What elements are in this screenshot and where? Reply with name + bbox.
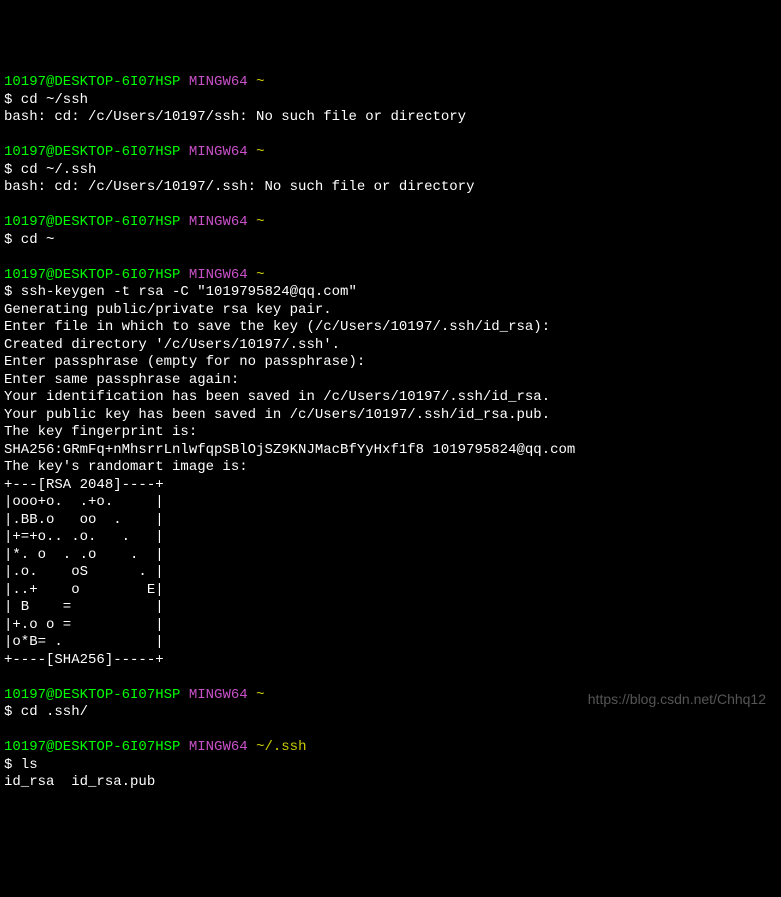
prompt-path: ~/.ssh [256, 739, 306, 755]
output-line: +----[SHA256]-----+ [4, 652, 777, 670]
output-line: bash: cd: /c/Users/10197/.ssh: No such f… [4, 179, 777, 197]
output-line: |ooo+o. .+o. | [4, 494, 777, 512]
command-line: $ cd ~/.ssh [4, 162, 777, 180]
prompt-path: ~ [256, 74, 264, 90]
output-line: Your identification has been saved in /c… [4, 389, 777, 407]
prompt-path: ~ [256, 267, 264, 283]
command-line: $ ssh-keygen -t rsa -C "1019795824@qq.co… [4, 284, 777, 302]
prompt-path: ~ [256, 214, 264, 230]
output-line [4, 722, 777, 740]
output-line: +---[RSA 2048]----+ [4, 477, 777, 495]
output-line: SHA256:GRmFq+nMhsrrLnlwfqpSBlOjSZ9KNJMac… [4, 442, 777, 460]
output-line: id_rsa id_rsa.pub [4, 774, 777, 792]
output-line: The key's randomart image is: [4, 459, 777, 477]
output-line: bash: cd: /c/Users/10197/ssh: No such fi… [4, 109, 777, 127]
prompt-line: 10197@DESKTOP-6I07HSP MINGW64 ~ [4, 214, 777, 232]
output-line: | B = | [4, 599, 777, 617]
output-line: Created directory '/c/Users/10197/.ssh'. [4, 337, 777, 355]
terminal-output[interactable]: 10197@DESKTOP-6I07HSP MINGW64 ~$ cd ~/ss… [4, 74, 777, 792]
output-line: Generating public/private rsa key pair. [4, 302, 777, 320]
output-line: |+.o o = | [4, 617, 777, 635]
prompt-path: ~ [256, 144, 264, 160]
output-line [4, 197, 777, 215]
prompt-user: 10197@DESKTOP-6I07HSP [4, 739, 180, 755]
output-line: |.BB.o oo . | [4, 512, 777, 530]
prompt-user: 10197@DESKTOP-6I07HSP [4, 214, 180, 230]
prompt-user: 10197@DESKTOP-6I07HSP [4, 74, 180, 90]
output-line: Enter passphrase (empty for no passphras… [4, 354, 777, 372]
output-line [4, 669, 777, 687]
output-line [4, 249, 777, 267]
prompt-line: 10197@DESKTOP-6I07HSP MINGW64 ~ [4, 144, 777, 162]
output-line: The key fingerprint is: [4, 424, 777, 442]
prompt-env: MINGW64 [189, 687, 248, 703]
prompt-line: 10197@DESKTOP-6I07HSP MINGW64 ~ [4, 267, 777, 285]
output-line: |.o. oS . | [4, 564, 777, 582]
output-line [4, 127, 777, 145]
prompt-env: MINGW64 [189, 144, 248, 160]
command-line: $ cd ~ [4, 232, 777, 250]
output-line: |+=+o.. .o. . | [4, 529, 777, 547]
watermark-text: https://blog.csdn.net/Chhq12 [588, 691, 766, 709]
output-line: |*. o . .o . | [4, 547, 777, 565]
prompt-line: 10197@DESKTOP-6I07HSP MINGW64 ~ [4, 74, 777, 92]
prompt-user: 10197@DESKTOP-6I07HSP [4, 144, 180, 160]
prompt-env: MINGW64 [189, 74, 248, 90]
prompt-path: ~ [256, 687, 264, 703]
output-line: Enter same passphrase again: [4, 372, 777, 390]
command-line: $ ls [4, 757, 777, 775]
prompt-line: 10197@DESKTOP-6I07HSP MINGW64 ~/.ssh [4, 739, 777, 757]
output-line: |..+ o E| [4, 582, 777, 600]
output-line: Your public key has been saved in /c/Use… [4, 407, 777, 425]
prompt-user: 10197@DESKTOP-6I07HSP [4, 687, 180, 703]
prompt-env: MINGW64 [189, 267, 248, 283]
output-line: Enter file in which to save the key (/c/… [4, 319, 777, 337]
prompt-env: MINGW64 [189, 739, 248, 755]
command-line: $ cd ~/ssh [4, 92, 777, 110]
output-line: |o*B= . | [4, 634, 777, 652]
prompt-user: 10197@DESKTOP-6I07HSP [4, 267, 180, 283]
prompt-env: MINGW64 [189, 214, 248, 230]
